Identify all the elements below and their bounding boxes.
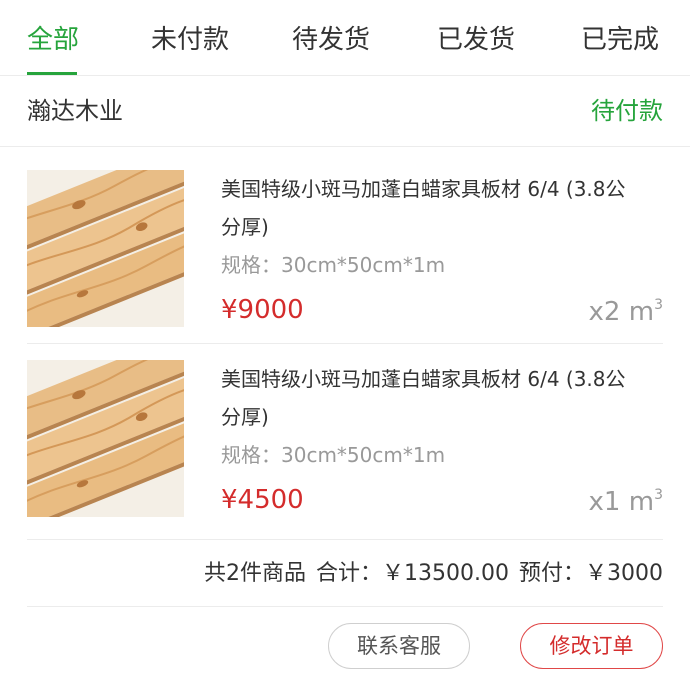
order-status-label: 待付款 [591,97,663,125]
order-status-tabs: 全部 未付款 待发货 已发货 已完成 [0,0,690,76]
shop-name[interactable]: 瀚达木业 [27,93,123,129]
product-quantity: x2 m3 [589,293,663,331]
summary-divider [27,539,663,540]
product-quantity: x1 m3 [589,483,663,521]
product-image[interactable] [27,170,184,327]
order-summary: 共2件商品 合计：￥13500.00 预付：￥3000 [194,556,663,592]
order-item[interactable]: 美国特级小斑马加蓬白蜡家具板材 6/4 (3.8公分厚) 规格：30cm*50c… [27,170,663,340]
product-title[interactable]: 美国特级小斑马加蓬白蜡家具板材 6/4 (3.8公分厚) [221,170,641,246]
tab-completed[interactable]: 已完成 [581,18,659,62]
product-price: ¥9000 [221,295,304,325]
product-image[interactable] [27,360,184,517]
product-spec: 规格：30cm*50cm*1m [221,443,446,467]
edit-order-button[interactable]: 修改订单 [520,623,663,669]
order-total: 合计：￥13500.00 [316,561,509,586]
tab-unpaid[interactable]: 未付款 [151,18,229,62]
product-spec: 规格：30cm*50cm*1m [221,253,446,277]
product-title[interactable]: 美国特级小斑马加蓬白蜡家具板材 6/4 (3.8公分厚) [221,360,641,436]
item-divider [27,343,663,344]
unit-superscript: 3 [654,297,663,313]
quantity-value: x2 m [588,297,655,327]
actions-divider [27,606,663,607]
tab-to-ship[interactable]: 待发货 [292,18,370,62]
product-price: ¥4500 [221,485,304,515]
tab-shipped[interactable]: 已发货 [437,18,515,62]
prepay-amount: 预付：￥3000 [519,561,663,586]
tab-all[interactable]: 全部 [27,18,79,62]
shop-header: 瀚达木业 待付款 [0,77,690,147]
active-tab-indicator [27,72,77,75]
unit-superscript: 3 [654,487,663,503]
quantity-value: x1 m [588,487,655,517]
contact-service-button[interactable]: 联系客服 [328,623,470,669]
item-count: 共2件商品 [204,561,307,586]
order-item[interactable]: 美国特级小斑马加蓬白蜡家具板材 6/4 (3.8公分厚) 规格：30cm*50c… [27,360,663,530]
